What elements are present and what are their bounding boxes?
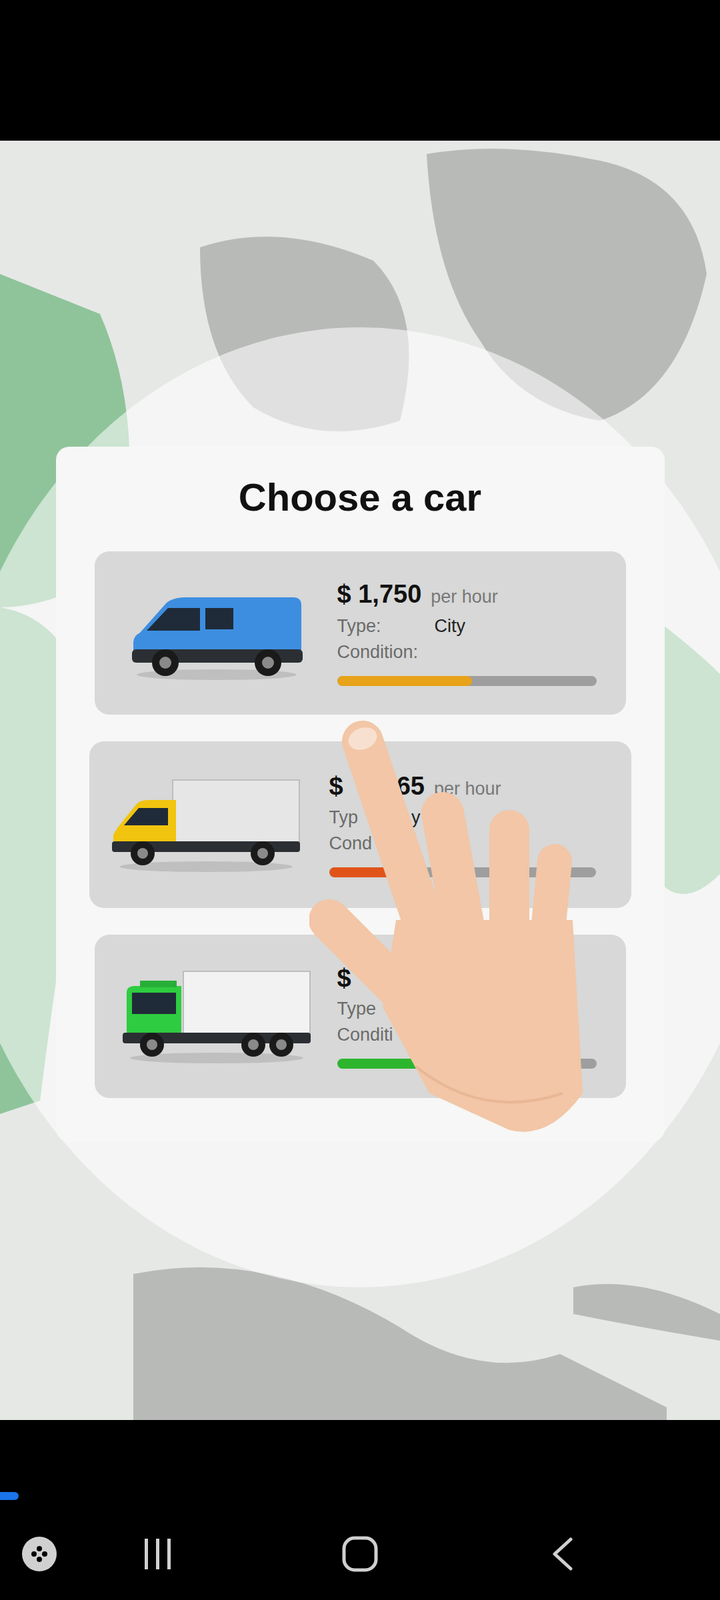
type-row: Type: City [337, 614, 597, 638]
game-launcher-icon[interactable] [21, 1536, 58, 1572]
ad-progress-fill [0, 1492, 19, 1500]
type-text: Typ [329, 806, 359, 830]
box-truck-icon [109, 774, 303, 875]
condition-bar [337, 676, 597, 686]
price-row: $ 1,750 per hour [337, 579, 597, 611]
home-icon[interactable] [342, 1536, 378, 1572]
price: $ [329, 771, 344, 802]
bottom-area [0, 1420, 720, 1600]
van-icon [126, 582, 307, 683]
choose-car-dialog: Choose a car $ 1,750 per hour Type: CityCond… [56, 446, 665, 1142]
type-text: y [411, 806, 421, 830]
truck-icon [120, 966, 314, 1066]
condition-label: Condition: [337, 640, 597, 664]
back-icon[interactable] [550, 1537, 575, 1571]
type-text: Type: [337, 614, 382, 638]
car-info: $ 1,750 per hour Type: CityCondition: [337, 579, 597, 686]
map-area: Choose a car $ 1,750 per hour Type: CityCond… [0, 140, 720, 1420]
top-bar [0, 0, 720, 141]
price: $ 1,750 [337, 579, 422, 610]
type-text: City [434, 614, 466, 638]
price-unit: per hour [430, 583, 498, 611]
car-card[interactable]: $ 1,750 per hour Type: CityCondition: [94, 551, 626, 715]
type-text: Type [337, 997, 377, 1021]
recent-apps-icon[interactable] [142, 1537, 174, 1571]
condition-fill [337, 676, 472, 686]
vehicle-image [120, 582, 314, 683]
screen: Choose a car $ 1,750 per hour Type: CityCond… [0, 0, 720, 1600]
navigation-bar [0, 1500, 720, 1600]
ad-progress-bar [0, 1492, 720, 1500]
dialog-title: Choose a car [94, 473, 626, 522]
vehicle-image [109, 774, 303, 875]
pointing-hand-icon [309, 720, 590, 1140]
vehicle-image [120, 966, 314, 1066]
